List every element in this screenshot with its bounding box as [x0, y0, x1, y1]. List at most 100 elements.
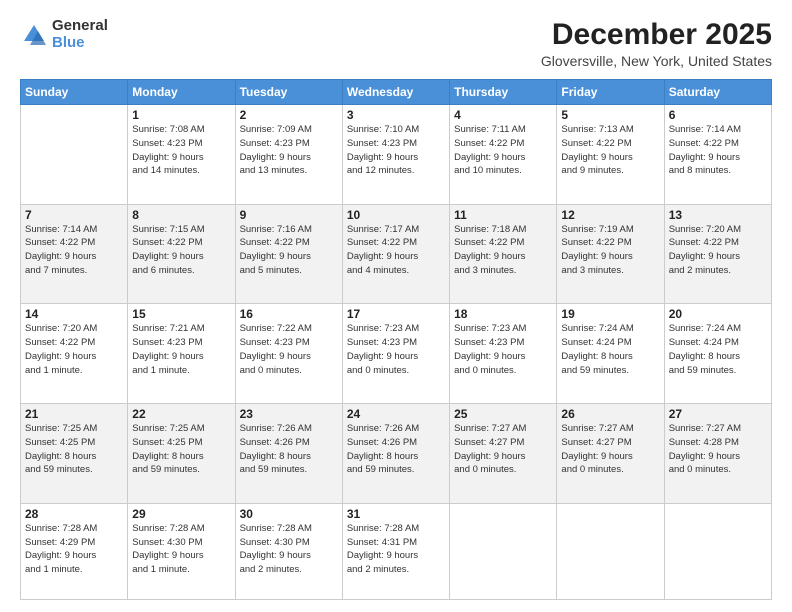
table-row: 25Sunrise: 7:27 AMSunset: 4:27 PMDayligh…	[450, 404, 557, 504]
table-row: 21Sunrise: 7:25 AMSunset: 4:25 PMDayligh…	[21, 404, 128, 504]
day-number: 18	[454, 307, 552, 321]
location: Gloversville, New York, United States	[541, 53, 772, 69]
day-number: 1	[132, 108, 230, 122]
table-row	[21, 105, 128, 205]
day-number: 2	[240, 108, 338, 122]
table-row: 2Sunrise: 7:09 AMSunset: 4:23 PMDaylight…	[235, 105, 342, 205]
day-number: 8	[132, 208, 230, 222]
day-info: Sunrise: 7:27 AMSunset: 4:27 PMDaylight:…	[561, 422, 659, 477]
table-row: 20Sunrise: 7:24 AMSunset: 4:24 PMDayligh…	[664, 304, 771, 404]
logo-general: General	[52, 18, 108, 35]
calendar-week-row: 7Sunrise: 7:14 AMSunset: 4:22 PMDaylight…	[21, 204, 772, 304]
day-info: Sunrise: 7:28 AMSunset: 4:30 PMDaylight:…	[240, 522, 338, 577]
logo-blue: Blue	[52, 35, 108, 52]
table-row: 28Sunrise: 7:28 AMSunset: 4:29 PMDayligh…	[21, 503, 128, 599]
day-number: 27	[669, 407, 767, 421]
day-number: 24	[347, 407, 445, 421]
table-row: 12Sunrise: 7:19 AMSunset: 4:22 PMDayligh…	[557, 204, 664, 304]
table-row: 26Sunrise: 7:27 AMSunset: 4:27 PMDayligh…	[557, 404, 664, 504]
day-number: 20	[669, 307, 767, 321]
day-info: Sunrise: 7:09 AMSunset: 4:23 PMDaylight:…	[240, 123, 338, 178]
day-number: 26	[561, 407, 659, 421]
table-row: 19Sunrise: 7:24 AMSunset: 4:24 PMDayligh…	[557, 304, 664, 404]
table-row: 10Sunrise: 7:17 AMSunset: 4:22 PMDayligh…	[342, 204, 449, 304]
table-row: 29Sunrise: 7:28 AMSunset: 4:30 PMDayligh…	[128, 503, 235, 599]
day-info: Sunrise: 7:20 AMSunset: 4:22 PMDaylight:…	[25, 322, 123, 377]
table-row: 22Sunrise: 7:25 AMSunset: 4:25 PMDayligh…	[128, 404, 235, 504]
title-block: December 2025 Gloversville, New York, Un…	[541, 18, 772, 69]
table-row: 31Sunrise: 7:28 AMSunset: 4:31 PMDayligh…	[342, 503, 449, 599]
day-info: Sunrise: 7:25 AMSunset: 4:25 PMDaylight:…	[132, 422, 230, 477]
day-info: Sunrise: 7:08 AMSunset: 4:23 PMDaylight:…	[132, 123, 230, 178]
day-info: Sunrise: 7:24 AMSunset: 4:24 PMDaylight:…	[669, 322, 767, 377]
day-info: Sunrise: 7:15 AMSunset: 4:22 PMDaylight:…	[132, 223, 230, 278]
day-number: 12	[561, 208, 659, 222]
day-info: Sunrise: 7:18 AMSunset: 4:22 PMDaylight:…	[454, 223, 552, 278]
day-info: Sunrise: 7:22 AMSunset: 4:23 PMDaylight:…	[240, 322, 338, 377]
day-number: 23	[240, 407, 338, 421]
table-row: 9Sunrise: 7:16 AMSunset: 4:22 PMDaylight…	[235, 204, 342, 304]
calendar-week-row: 14Sunrise: 7:20 AMSunset: 4:22 PMDayligh…	[21, 304, 772, 404]
day-info: Sunrise: 7:14 AMSunset: 4:22 PMDaylight:…	[25, 223, 123, 278]
day-number: 31	[347, 507, 445, 521]
calendar-page: General Blue December 2025 Gloversville,…	[0, 0, 792, 612]
table-row	[557, 503, 664, 599]
day-number: 22	[132, 407, 230, 421]
table-row: 27Sunrise: 7:27 AMSunset: 4:28 PMDayligh…	[664, 404, 771, 504]
col-tuesday: Tuesday	[235, 80, 342, 105]
table-row: 30Sunrise: 7:28 AMSunset: 4:30 PMDayligh…	[235, 503, 342, 599]
table-row: 4Sunrise: 7:11 AMSunset: 4:22 PMDaylight…	[450, 105, 557, 205]
day-info: Sunrise: 7:25 AMSunset: 4:25 PMDaylight:…	[25, 422, 123, 477]
col-monday: Monday	[128, 80, 235, 105]
header: General Blue December 2025 Gloversville,…	[20, 18, 772, 69]
day-number: 10	[347, 208, 445, 222]
table-row: 1Sunrise: 7:08 AMSunset: 4:23 PMDaylight…	[128, 105, 235, 205]
day-info: Sunrise: 7:23 AMSunset: 4:23 PMDaylight:…	[347, 322, 445, 377]
table-row: 23Sunrise: 7:26 AMSunset: 4:26 PMDayligh…	[235, 404, 342, 504]
day-info: Sunrise: 7:26 AMSunset: 4:26 PMDaylight:…	[240, 422, 338, 477]
day-number: 19	[561, 307, 659, 321]
day-info: Sunrise: 7:21 AMSunset: 4:23 PMDaylight:…	[132, 322, 230, 377]
day-info: Sunrise: 7:13 AMSunset: 4:22 PMDaylight:…	[561, 123, 659, 178]
table-row: 3Sunrise: 7:10 AMSunset: 4:23 PMDaylight…	[342, 105, 449, 205]
day-info: Sunrise: 7:27 AMSunset: 4:27 PMDaylight:…	[454, 422, 552, 477]
calendar-week-row: 21Sunrise: 7:25 AMSunset: 4:25 PMDayligh…	[21, 404, 772, 504]
calendar-table: Sunday Monday Tuesday Wednesday Thursday…	[20, 79, 772, 600]
table-row: 11Sunrise: 7:18 AMSunset: 4:22 PMDayligh…	[450, 204, 557, 304]
table-row: 13Sunrise: 7:20 AMSunset: 4:22 PMDayligh…	[664, 204, 771, 304]
table-row: 15Sunrise: 7:21 AMSunset: 4:23 PMDayligh…	[128, 304, 235, 404]
day-info: Sunrise: 7:10 AMSunset: 4:23 PMDaylight:…	[347, 123, 445, 178]
col-saturday: Saturday	[664, 80, 771, 105]
day-number: 11	[454, 208, 552, 222]
day-number: 21	[25, 407, 123, 421]
day-number: 7	[25, 208, 123, 222]
table-row: 17Sunrise: 7:23 AMSunset: 4:23 PMDayligh…	[342, 304, 449, 404]
day-info: Sunrise: 7:23 AMSunset: 4:23 PMDaylight:…	[454, 322, 552, 377]
table-row: 14Sunrise: 7:20 AMSunset: 4:22 PMDayligh…	[21, 304, 128, 404]
day-info: Sunrise: 7:14 AMSunset: 4:22 PMDaylight:…	[669, 123, 767, 178]
table-row	[450, 503, 557, 599]
col-wednesday: Wednesday	[342, 80, 449, 105]
day-number: 5	[561, 108, 659, 122]
day-info: Sunrise: 7:27 AMSunset: 4:28 PMDaylight:…	[669, 422, 767, 477]
table-row: 6Sunrise: 7:14 AMSunset: 4:22 PMDaylight…	[664, 105, 771, 205]
day-info: Sunrise: 7:28 AMSunset: 4:31 PMDaylight:…	[347, 522, 445, 577]
logo-icon	[20, 21, 48, 49]
day-info: Sunrise: 7:17 AMSunset: 4:22 PMDaylight:…	[347, 223, 445, 278]
table-row: 7Sunrise: 7:14 AMSunset: 4:22 PMDaylight…	[21, 204, 128, 304]
day-info: Sunrise: 7:20 AMSunset: 4:22 PMDaylight:…	[669, 223, 767, 278]
calendar-week-row: 28Sunrise: 7:28 AMSunset: 4:29 PMDayligh…	[21, 503, 772, 599]
col-friday: Friday	[557, 80, 664, 105]
day-number: 6	[669, 108, 767, 122]
day-info: Sunrise: 7:11 AMSunset: 4:22 PMDaylight:…	[454, 123, 552, 178]
day-number: 28	[25, 507, 123, 521]
day-number: 29	[132, 507, 230, 521]
day-number: 15	[132, 307, 230, 321]
col-sunday: Sunday	[21, 80, 128, 105]
calendar-header-row: Sunday Monday Tuesday Wednesday Thursday…	[21, 80, 772, 105]
month-title: December 2025	[541, 18, 772, 51]
day-number: 14	[25, 307, 123, 321]
col-thursday: Thursday	[450, 80, 557, 105]
day-info: Sunrise: 7:28 AMSunset: 4:30 PMDaylight:…	[132, 522, 230, 577]
table-row: 5Sunrise: 7:13 AMSunset: 4:22 PMDaylight…	[557, 105, 664, 205]
